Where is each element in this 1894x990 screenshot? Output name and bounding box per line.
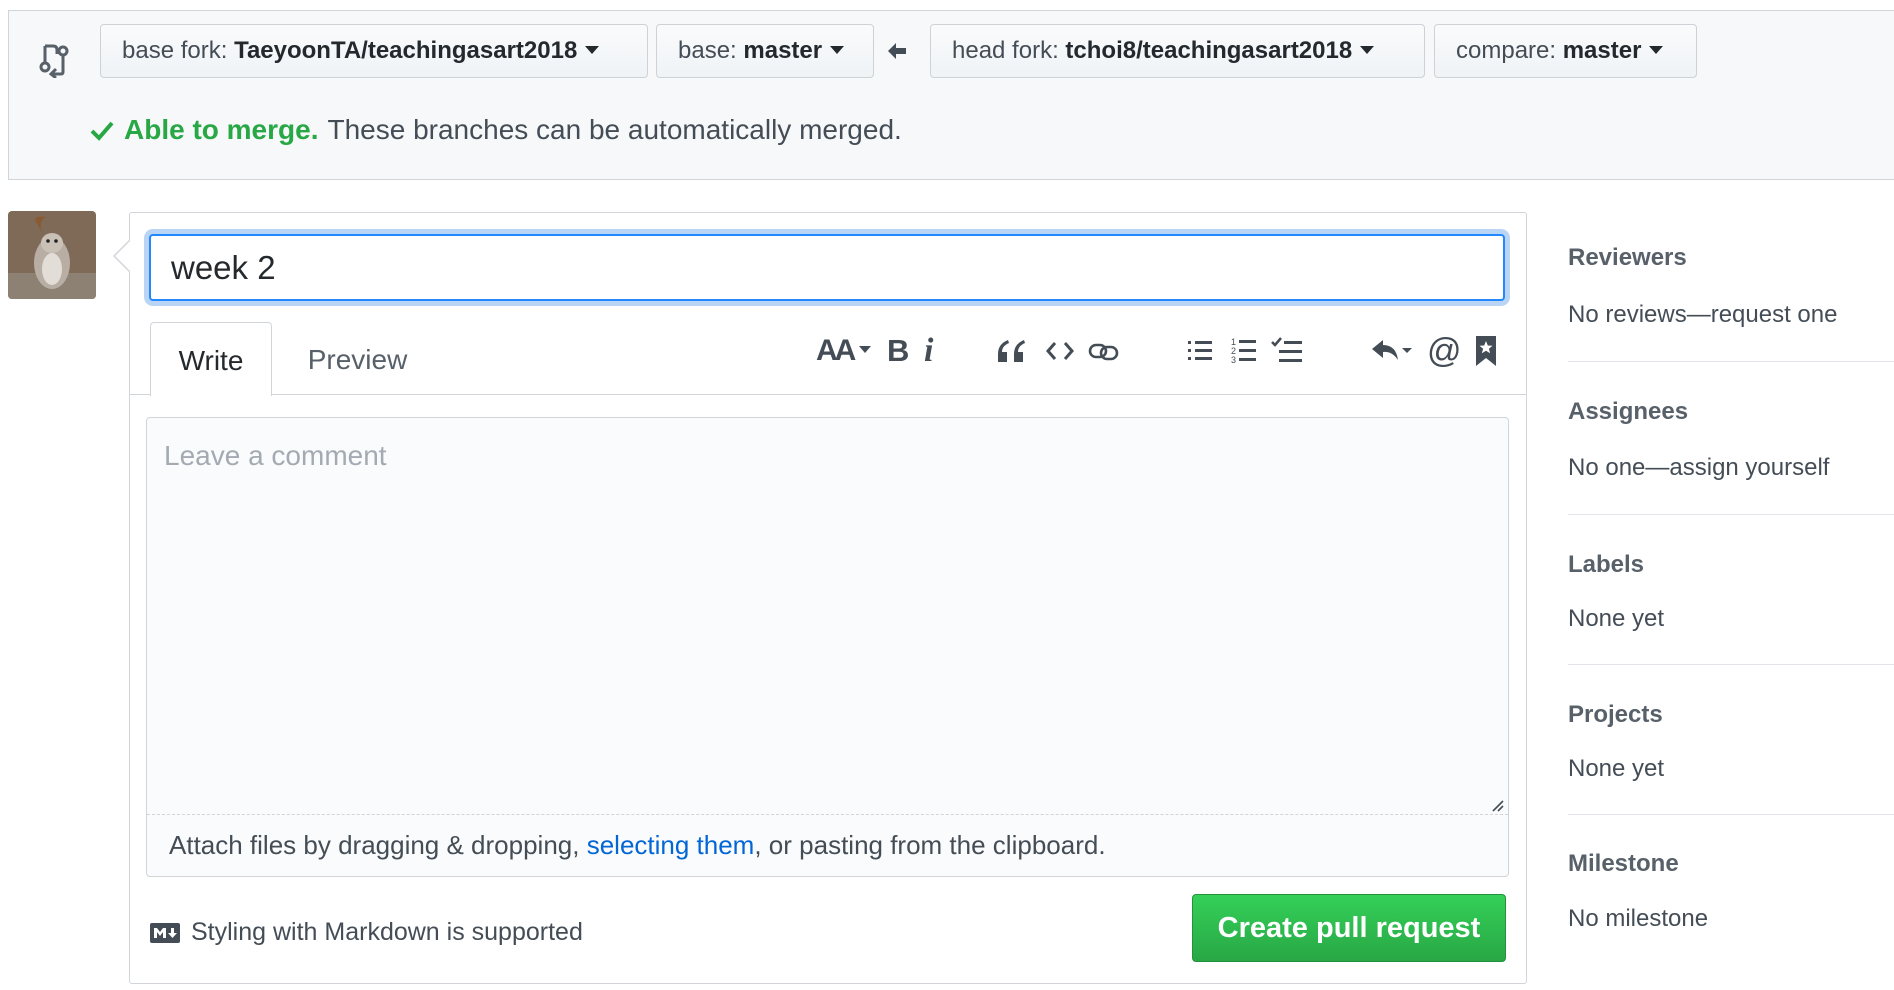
base-branch-select[interactable]: base: master [656,24,874,78]
projects-value: None yet [1568,755,1665,782]
sidebar-divider [1568,514,1894,515]
saved-replies-button[interactable] [1474,333,1498,369]
form-pointer-fill [115,241,130,271]
head-fork-value: tchoi8/teachingasart2018 [1065,37,1353,64]
reply-icon [1370,336,1416,366]
comment-textarea[interactable] [147,418,1508,815]
chevron-down-icon [585,46,600,55]
comment-box: Attach files by dragging & dropping, sel… [146,417,1509,877]
attach-text-after: , or pasting from the clipboard. [754,830,1106,860]
avatar[interactable] [8,211,96,299]
base-fork-value: TaeyoonTA/teachingasart2018 [234,37,578,64]
svg-text:3: 3 [1231,355,1236,365]
header-label: AA [816,334,856,367]
chevron-down-icon [1360,46,1375,55]
reviewers-heading[interactable]: Reviewers [1568,244,1687,272]
markdown-icon[interactable] [149,922,191,944]
unordered-list-icon [1186,337,1214,365]
milestone-heading[interactable]: Milestone [1568,850,1679,878]
arrow-left-icon [886,41,908,61]
sidebar-divider [1568,361,1894,362]
code-button[interactable] [1046,333,1074,369]
compare-branch-value: master [1562,37,1642,64]
link-button[interactable] [1088,333,1120,369]
bold-button[interactable]: B [887,333,909,369]
code-icon [1046,339,1074,363]
merge-status: Able to merge. These branches can be aut… [90,114,902,146]
base-fork-select[interactable]: base fork: TaeyoonTA/teachingasart2018 [100,24,648,78]
unordered-list-button[interactable] [1186,333,1214,369]
head-fork-select[interactable]: head fork: tchoi8/teachingasart2018 [930,24,1425,78]
reply-button[interactable] [1370,333,1416,369]
compare-branch-label: compare: [1456,37,1557,64]
link-icon [1088,339,1120,363]
markdown-note: Styling with Markdown is supported [149,918,583,947]
attach-text-before: Attach files by dragging & dropping, [169,830,587,860]
chevron-down-icon [830,46,845,55]
ordered-list-button[interactable]: 1 2 3 [1230,333,1258,369]
bold-icon: B [887,333,910,368]
sidebar-divider [1568,664,1894,665]
compare-branch-select[interactable]: compare: master [1434,24,1697,78]
tab-preview[interactable]: Preview [290,322,425,396]
ordered-list-icon: 1 2 3 [1230,336,1258,366]
merge-status-ok: Able to merge. [124,114,319,145]
resize-handle-icon[interactable] [1490,798,1504,812]
merge-status-message: These branches can be automatically merg… [327,114,902,145]
create-pull-request-button[interactable]: Create pull request [1192,894,1506,962]
chevron-down-icon [1649,46,1664,55]
chevron-down-icon [859,346,872,353]
compare-icon [39,42,69,78]
task-list-icon [1270,336,1304,366]
quote-icon [996,338,1026,364]
labels-heading[interactable]: Labels [1568,551,1644,579]
mention-button[interactable]: @ [1427,331,1462,370]
assignees-heading[interactable]: Assignees [1568,398,1688,426]
tab-write[interactable]: Write [150,322,272,396]
reviewers-value[interactable]: No reviews—request one [1568,301,1837,329]
attach-files-hint: Attach files by dragging & dropping, sel… [169,830,1106,861]
mention-icon: @ [1427,331,1462,370]
quote-button[interactable] [996,333,1026,369]
labels-value: None yet [1568,605,1665,632]
base-branch-label: base: [678,37,737,64]
projects-heading[interactable]: Projects [1568,701,1663,729]
pr-title-input[interactable] [149,234,1505,301]
select-files-link[interactable]: selecting them [587,830,755,860]
check-icon [90,119,114,141]
base-branch-value: master [743,37,823,64]
italic-button[interactable]: i [924,332,934,369]
header-button[interactable]: AA [816,333,872,369]
sidebar-divider [1568,814,1894,815]
head-fork-label: head fork: [952,37,1059,64]
task-list-button[interactable] [1270,333,1304,369]
markdown-note-text: Styling with Markdown is supported [191,918,583,946]
milestone-value: No milestone [1568,905,1709,932]
italic-icon: i [924,332,934,369]
assignees-value[interactable]: No one—assign yourself [1568,454,1829,482]
bookmark-icon [1474,335,1498,367]
base-fork-label: base fork: [122,37,228,64]
